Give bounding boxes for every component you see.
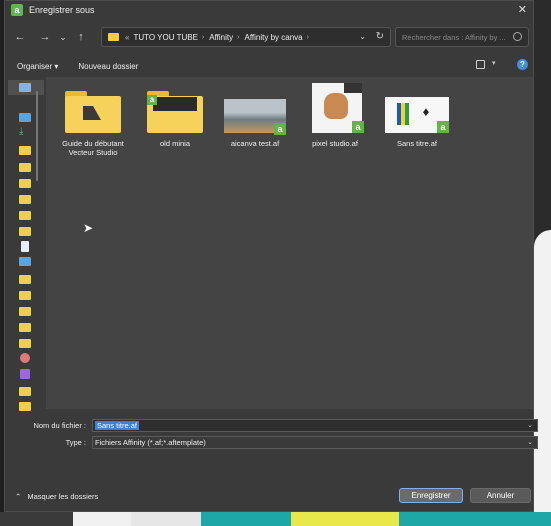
file-name: Guide du débutant Vecteur Studio — [62, 139, 124, 157]
breadcrumb-affinity[interactable]: Affinity — [209, 33, 233, 42]
folder-icon[interactable] — [19, 163, 31, 172]
file-item-old-minia[interactable]: a old minia — [140, 91, 210, 148]
close-button[interactable]: ✕ — [518, 3, 527, 16]
file-name: pixel studio.af — [312, 139, 358, 148]
folder-icon[interactable] — [19, 291, 31, 300]
affinity-badge-icon: a — [147, 95, 157, 105]
file-name: old minia — [159, 139, 190, 148]
breadcrumb-separator-icon[interactable]: › — [202, 34, 204, 41]
filename-label: Nom du fichier : — [33, 421, 86, 430]
breadcrumb-affinity-by-canva[interactable]: Affinity by canva — [244, 33, 302, 42]
file-type-select[interactable]: Fichiers Affinity (*.af;*.aftemplate) ⌄ — [92, 436, 538, 449]
cancel-button[interactable]: Annuler — [470, 488, 531, 503]
save-as-dialog: a Enregistrer sous ✕ ← → ⌄ ↑ « TUTO YOU … — [4, 0, 538, 512]
back-arrow-icon[interactable]: ← — [12, 31, 28, 43]
background-strip — [0, 512, 551, 526]
search-icon — [513, 32, 522, 41]
file-name: Sans titre.af — [396, 139, 438, 148]
videos-icon[interactable] — [20, 369, 30, 379]
save-button[interactable]: Enregistrer — [399, 488, 463, 503]
music-icon[interactable] — [20, 353, 30, 363]
affinity-badge-icon: a — [352, 121, 364, 133]
view-options-icon[interactable] — [476, 60, 485, 69]
gallery-icon[interactable] — [19, 113, 31, 122]
breadcrumb-separator-icon[interactable]: › — [237, 34, 239, 41]
folder-icon[interactable] — [19, 387, 31, 396]
file-thumbnail: a — [304, 83, 366, 133]
sidebar-scrollbar[interactable] — [36, 91, 38, 181]
filename-dropdown-icon[interactable]: ⌄ — [527, 421, 533, 429]
affinity-app-icon: a — [11, 4, 23, 16]
chevron-up-icon: ⌃ — [15, 492, 22, 501]
folder-icon[interactable] — [19, 275, 31, 284]
command-bar: Organiser ▾ Nouveau dossier ▾ ? — [5, 57, 533, 75]
background-shape — [534, 230, 551, 526]
file-thumbnail: a — [224, 91, 286, 135]
hide-folders-label: Masquer les dossiers — [27, 492, 99, 501]
folder-icon[interactable] — [19, 179, 31, 188]
vector-studio-logo-icon — [83, 106, 101, 120]
desktop-icon[interactable] — [19, 83, 31, 92]
title-bar: a Enregistrer sous ✕ — [5, 1, 533, 19]
folder-icon[interactable] — [19, 211, 31, 220]
folder-icon[interactable] — [19, 195, 31, 204]
search-input[interactable]: Rechercher dans : Affinity by ... — [395, 27, 529, 47]
dialog-title: Enregistrer sous — [29, 5, 95, 15]
file-name: aicanva test.af — [230, 139, 280, 148]
navigation-bar: ← → ⌄ ↑ « TUTO YOU TUBE › Affinity › Aff… — [5, 23, 533, 51]
filename-input[interactable]: Sans titre.af ⌄ — [92, 419, 538, 432]
affinity-badge-icon: a — [437, 121, 449, 133]
new-folder-button[interactable]: Nouveau dossier — [78, 62, 138, 71]
type-label: Type : — [65, 438, 86, 447]
folder-icon[interactable] — [19, 307, 31, 316]
file-list: Guide du débutant Vecteur Studio a old m… — [46, 77, 533, 409]
breadcrumb-overflow[interactable]: « — [125, 33, 129, 42]
folder-icon: a — [147, 91, 203, 133]
address-bar[interactable]: « TUTO YOU TUBE › Affinity › Affinity by… — [101, 27, 391, 47]
document-icon[interactable] — [21, 241, 29, 252]
folder-preview-image — [153, 97, 197, 111]
file-type-value: Fichiers Affinity (*.af;*.aftemplate) — [95, 438, 206, 447]
view-dropdown-icon[interactable]: ▾ — [492, 59, 496, 67]
file-item-sans-titre[interactable]: ♦ a Sans titre.af — [382, 91, 452, 148]
folder-icon — [108, 33, 119, 41]
search-placeholder: Rechercher dans : Affinity by ... — [402, 32, 506, 42]
folder-icon[interactable] — [19, 146, 31, 155]
folder-icon[interactable] — [19, 227, 31, 236]
file-thumbnail: ♦ a — [385, 91, 449, 133]
up-arrow-icon[interactable]: ↑ — [73, 31, 89, 43]
file-item-pixel-studio[interactable]: a pixel studio.af — [300, 83, 370, 148]
file-item-guide-folder[interactable]: Guide du débutant Vecteur Studio — [58, 91, 128, 157]
forward-arrow-icon[interactable]: → — [37, 31, 53, 43]
mouse-pointer-icon: ➤ — [83, 221, 94, 235]
folder-icon[interactable] — [19, 323, 31, 332]
dialog-footer: ⌃ Masquer les dossiers Enregistrer Annul… — [5, 481, 533, 511]
affinity-badge-icon: a — [274, 123, 286, 135]
hide-folders-toggle[interactable]: ⌃ Masquer les dossiers — [15, 492, 98, 501]
downloads-icon[interactable]: ⤓ — [19, 127, 31, 137]
folder-icon[interactable] — [19, 402, 31, 411]
address-dropdown-icon[interactable]: ⌄ — [359, 32, 366, 41]
pictures-icon[interactable] — [19, 257, 31, 266]
breadcrumb-tuto-you-tube[interactable]: TUTO YOU TUBE — [133, 33, 197, 42]
organize-menu[interactable]: Organiser ▾ — [17, 62, 58, 71]
file-item-aicanva-test[interactable]: a aicanva test.af — [220, 91, 290, 148]
breadcrumb-separator-icon[interactable]: › — [307, 34, 309, 41]
recent-locations-chevron-icon[interactable]: ⌄ — [55, 32, 71, 43]
help-icon[interactable]: ? — [517, 59, 528, 70]
folder-icon[interactable] — [19, 339, 31, 348]
filename-value[interactable]: Sans titre.af — [95, 421, 140, 430]
file-type-dropdown-icon[interactable]: ⌄ — [527, 438, 533, 446]
refresh-icon[interactable]: ↻ — [376, 31, 384, 42]
folder-icon — [65, 91, 121, 133]
navigation-pane: ⤓ — [5, 77, 45, 411]
